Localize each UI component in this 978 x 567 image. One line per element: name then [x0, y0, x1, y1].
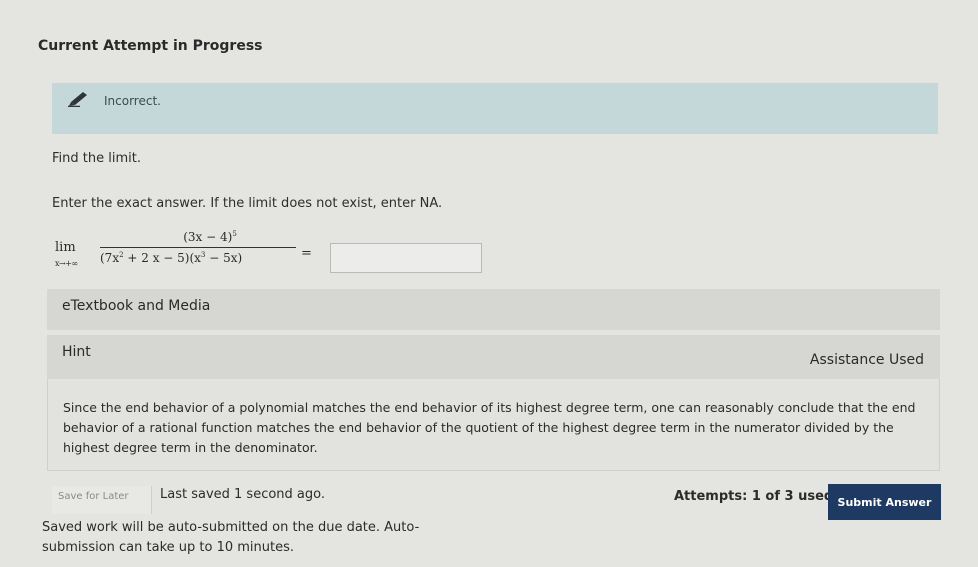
den-part-3: − 5x) [205, 251, 243, 265]
etextbook-media-toggle[interactable]: eTextbook and Media [47, 289, 940, 330]
assistance-used-label: Assistance Used [809, 352, 924, 368]
fraction-numerator: (3x − 4)5 [100, 230, 296, 247]
numerator-exponent: 5 [232, 230, 237, 238]
fraction-denominator: (7x2 + 2 x − 5)(x3 − 5x) [100, 248, 296, 265]
page-title: Current Attempt in Progress [38, 38, 263, 54]
question-prompt: Find the limit. [52, 151, 141, 166]
hint-label: Hint [62, 344, 91, 360]
equals-sign: = [301, 246, 312, 261]
hint-text: Since the end behavior of a polynomial m… [63, 400, 916, 455]
feedback-status: Incorrect. [104, 94, 161, 108]
pencil-icon [66, 89, 90, 108]
auto-submit-note: Saved work will be auto-submitted on the… [42, 520, 420, 555]
answer-input[interactable] [330, 243, 482, 273]
hint-content: Since the end behavior of a polynomial m… [47, 379, 940, 471]
lim-subscript: x→+∞ [55, 259, 78, 268]
numerator-base: (3x − 4) [183, 230, 233, 244]
limit-fraction: (3x − 4)5 (7x2 + 2 x − 5)(x3 − 5x) [100, 230, 296, 265]
lim-word: lim [55, 240, 76, 255]
save-for-later-button[interactable]: Save for Later [52, 486, 152, 514]
den-part-1: (7x [100, 251, 120, 265]
etextbook-label: eTextbook and Media [62, 298, 211, 314]
attempts-count: Attempts: 1 of 3 used [674, 489, 834, 504]
feedback-banner: Incorrect. [52, 83, 938, 134]
last-saved-status: Last saved 1 second ago. [160, 487, 326, 502]
question-instruction: Enter the exact answer. If the limit doe… [52, 196, 443, 211]
submit-answer-button[interactable]: Submit Answer [828, 484, 941, 520]
hint-toggle[interactable]: Hint Assistance Used [47, 335, 940, 379]
den-part-2: + 2 x − 5)(x [123, 251, 201, 265]
